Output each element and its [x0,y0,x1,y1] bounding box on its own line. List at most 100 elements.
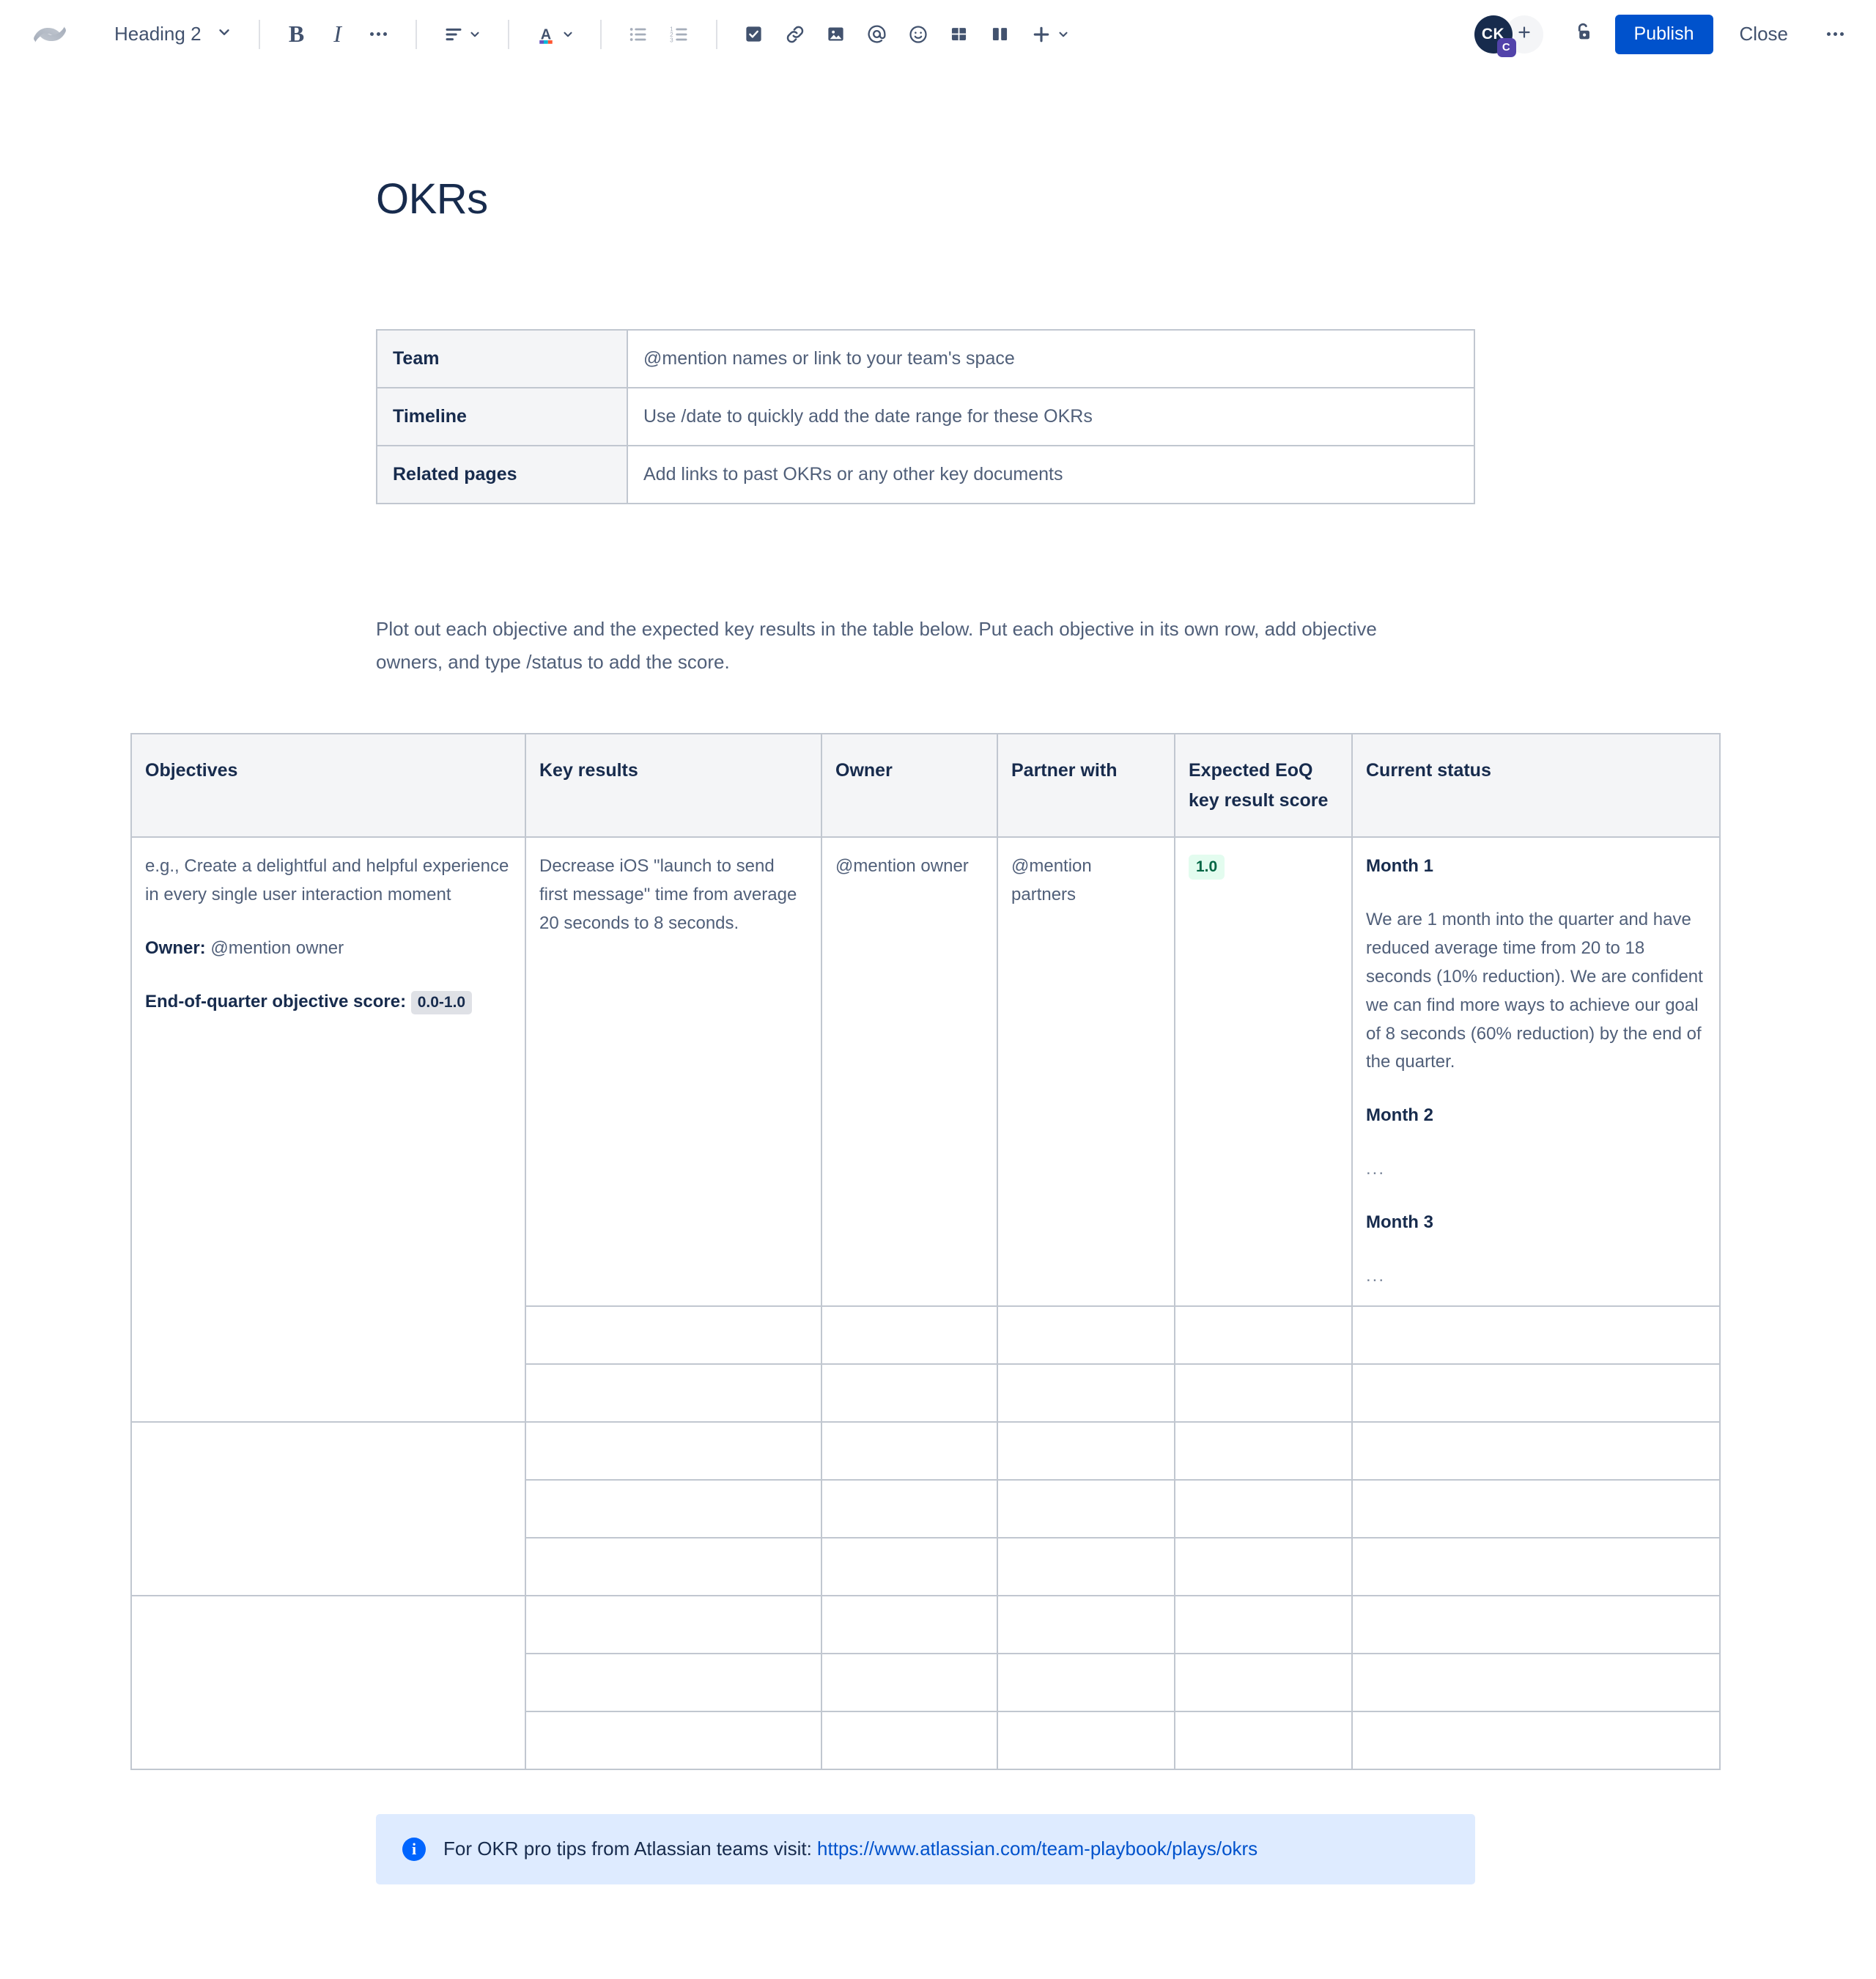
cell-expected-score-empty[interactable] [1174,1363,1353,1423]
cell-key-result-empty[interactable] [525,1594,822,1654]
toolbar-divider [507,19,509,49]
publish-button[interactable]: Publish [1614,14,1713,54]
insert-menu-button[interactable] [1021,14,1079,55]
document-page: OKRs Team @mention names or link to your… [0,68,1876,1928]
cell-key-result-empty[interactable] [525,1536,822,1596]
cell-partner-empty[interactable] [997,1478,1175,1538]
more-formatting-button[interactable] [358,14,399,55]
meta-label-team[interactable]: Team [376,328,628,388]
cell-key-result-empty[interactable] [525,1652,822,1712]
more-actions-button[interactable] [1814,14,1855,55]
cell-owner-empty[interactable] [821,1594,998,1654]
cell-current-status-empty[interactable] [1351,1305,1721,1365]
bullet-list-button[interactable] [618,14,659,55]
cell-expected-score-empty[interactable] [1174,1710,1353,1770]
image-button[interactable] [816,14,857,55]
italic-button[interactable]: I [317,14,358,55]
cell-partner-empty[interactable] [997,1594,1175,1654]
intro-paragraph[interactable]: Plot out each objective and the expected… [376,613,1439,678]
user-avatar[interactable]: CK C [1474,15,1516,57]
info-circle-icon: i [402,1837,426,1861]
cell-expected-score-1[interactable]: 1.0 [1174,836,1353,1307]
cell-owner-empty[interactable] [821,1420,998,1481]
table-row: Team @mention names or link to your team… [376,328,1475,388]
cell-current-status-empty[interactable] [1351,1420,1721,1481]
column-header-partner-with[interactable]: Partner with [997,733,1175,839]
column-header-objectives[interactable]: Objectives [130,733,526,839]
objective-score-label: End-of-quarter objective score: [145,991,407,1011]
cell-partner-empty[interactable] [997,1420,1175,1481]
meta-value-timeline[interactable]: Use /date to quickly add the date range … [627,386,1475,446]
page-layout-button[interactable] [980,14,1021,55]
okr-playbook-link[interactable]: https://www.atlassian.com/team-playbook/… [817,1838,1258,1860]
link-chain-icon [785,24,805,45]
cell-owner-empty[interactable] [821,1536,998,1596]
cell-partner-empty[interactable] [997,1536,1175,1596]
table-button[interactable] [939,14,980,55]
cell-partner-1[interactable]: @mention partners [997,836,1175,1307]
cell-partner-empty[interactable] [997,1652,1175,1712]
column-header-key-results[interactable]: Key results [525,733,822,839]
cell-owner-empty[interactable] [821,1305,998,1365]
bold-button[interactable]: B [276,14,317,55]
cell-owner-empty[interactable] [821,1710,998,1770]
cell-expected-score-empty[interactable] [1174,1305,1353,1365]
text-align-button[interactable] [433,14,492,55]
cell-expected-score-empty[interactable] [1174,1652,1353,1712]
link-button[interactable] [775,14,816,55]
cell-key-result-1[interactable]: Decrease iOS "launch to send first messa… [525,836,822,1307]
cell-current-status-empty[interactable] [1351,1652,1721,1712]
mention-button[interactable] [857,14,898,55]
cell-partner-empty[interactable] [997,1305,1175,1365]
cell-current-status-empty[interactable] [1351,1594,1721,1654]
meta-value-team[interactable]: @mention names or link to your team's sp… [627,328,1475,388]
chevron-down-icon [468,28,481,41]
close-button[interactable]: Close [1724,15,1804,54]
meta-value-related-pages[interactable]: Add links to past OKRs or any other key … [627,444,1475,504]
cell-current-status-1[interactable]: Month 1 We are 1 month into the quarter … [1351,836,1721,1307]
cell-expected-score-empty[interactable] [1174,1420,1353,1481]
cell-expected-score-empty[interactable] [1174,1594,1353,1654]
objective-owner-label: Owner: [145,937,206,958]
cell-current-status-empty[interactable] [1351,1363,1721,1423]
checkbox-task-icon [744,24,764,44]
cell-owner-empty[interactable] [821,1363,998,1423]
cell-key-result-empty[interactable] [525,1478,822,1538]
cell-key-result-empty[interactable] [525,1420,822,1481]
cell-key-result-empty[interactable] [525,1363,822,1423]
status-month3-heading: Month 3 [1366,1212,1433,1233]
numbered-list-button[interactable]: 1 2 3 [659,14,700,55]
text-color-button[interactable]: A [525,14,584,55]
document-meta-table: Team @mention names or link to your team… [376,328,1475,504]
status-month2-heading: Month 2 [1366,1105,1433,1126]
column-header-owner[interactable]: Owner [821,733,998,839]
status-month3-body: ... [1366,1265,1386,1286]
page-title[interactable]: OKRs [0,68,1876,223]
column-header-current-status[interactable]: Current status [1351,733,1721,839]
restrictions-button[interactable] [1562,14,1603,55]
cell-current-status-empty[interactable] [1351,1478,1721,1538]
block-type-dropdown[interactable]: Heading 2 [104,17,243,51]
cell-key-result-empty[interactable] [525,1305,822,1365]
cell-objective-1[interactable]: e.g., Create a delightful and helpful ex… [130,836,526,1423]
confluence-logo-icon[interactable] [29,14,70,55]
cell-owner-empty[interactable] [821,1478,998,1538]
cell-partner-empty[interactable] [997,1710,1175,1770]
cell-current-status-empty[interactable] [1351,1710,1721,1770]
cell-objective-2[interactable] [130,1420,526,1596]
chevron-down-icon [561,28,575,41]
cell-expected-score-empty[interactable] [1174,1536,1353,1596]
cell-current-status-empty[interactable] [1351,1536,1721,1596]
meta-label-related-pages[interactable]: Related pages [376,444,628,504]
meta-label-timeline[interactable]: Timeline [376,386,628,446]
cell-partner-empty[interactable] [997,1363,1175,1423]
column-header-expected-score[interactable]: Expected EoQ key result score [1174,733,1353,839]
task-button[interactable] [734,14,775,55]
cell-owner-1[interactable]: @mention owner [821,836,998,1307]
cell-expected-score-empty[interactable] [1174,1478,1353,1538]
text-color-a-icon: A [535,23,557,45]
emoji-button[interactable] [898,14,939,55]
cell-key-result-empty[interactable] [525,1710,822,1770]
cell-owner-empty[interactable] [821,1652,998,1712]
cell-objective-3[interactable] [130,1594,526,1770]
